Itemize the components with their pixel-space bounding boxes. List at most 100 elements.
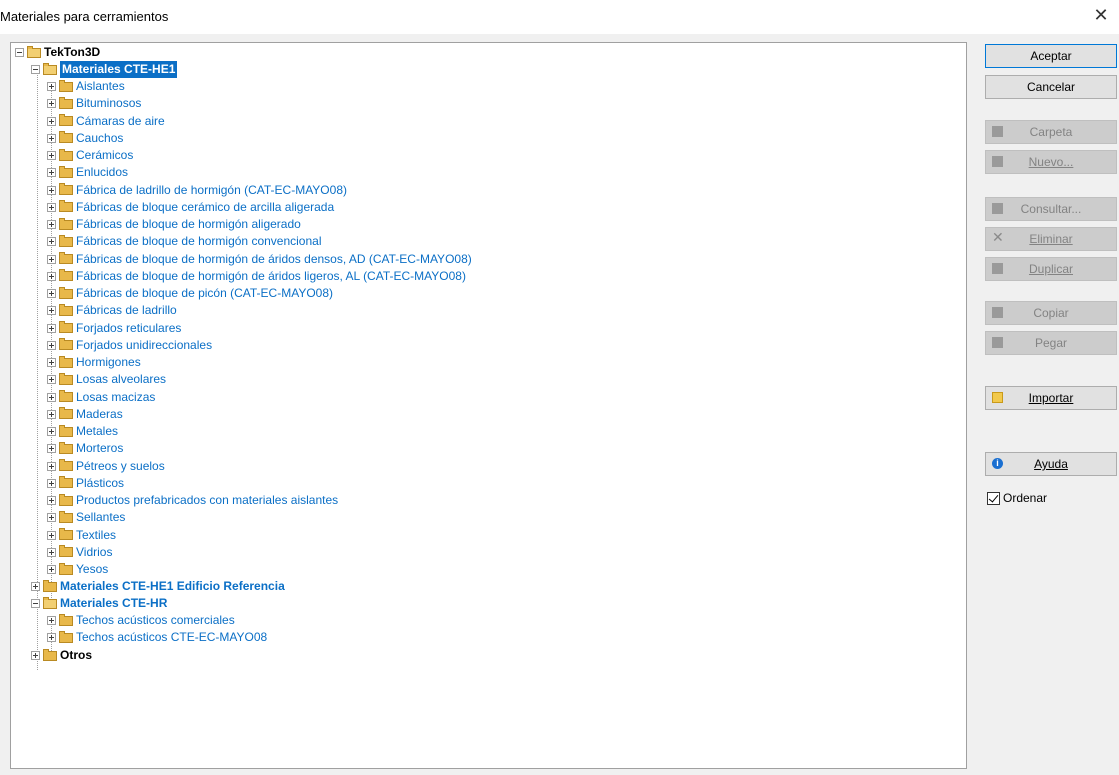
expand-icon[interactable]: [47, 116, 56, 126]
close-icon[interactable]: ✕: [1091, 5, 1111, 25]
cancelar-button[interactable]: Cancelar: [985, 75, 1117, 99]
expand-icon[interactable]: [47, 82, 56, 91]
title-bar: Materiales para cerramientos ✕: [0, 0, 1119, 34]
expand-icon[interactable]: [31, 651, 40, 660]
tree-node-root[interactable]: TekTon3D: [15, 44, 100, 61]
expand-icon[interactable]: [47, 254, 56, 264]
folder-icon: [59, 217, 73, 230]
folder-icon: [59, 96, 73, 109]
expand-icon[interactable]: [47, 633, 56, 643]
expand-icon[interactable]: [47, 461, 56, 471]
pegar-button[interactable]: Pegar: [985, 331, 1117, 355]
expand-icon[interactable]: [47, 323, 56, 333]
expand-icon[interactable]: [47, 427, 56, 436]
importar-label: Importar: [1028, 391, 1074, 405]
tree-node-item[interactable]: Maderas: [47, 406, 123, 423]
expand-icon[interactable]: [47, 358, 56, 367]
expand-icon[interactable]: [47, 616, 56, 625]
tree-node-item[interactable]: Losas alveolares: [47, 371, 166, 388]
expand-icon[interactable]: [31, 582, 40, 591]
expand-icon[interactable]: [47, 496, 56, 505]
tree-node-item[interactable]: Cauchos: [47, 130, 123, 147]
tree-node-materiales-cte-he1-edificio-referencia[interactable]: Materiales CTE-HE1 Edificio Referencia: [31, 578, 285, 595]
tree-node-item[interactable]: Yesos: [47, 561, 108, 578]
tree-node-item[interactable]: Techos acústicos comerciales: [47, 612, 235, 629]
expand-icon[interactable]: [47, 151, 56, 160]
tree-node-item[interactable]: Fábricas de bloque de hormigón de áridos…: [47, 268, 466, 285]
expand-icon[interactable]: [47, 220, 56, 229]
tree-node-item[interactable]: Sellantes: [47, 509, 125, 526]
tree-node-item[interactable]: Plásticos: [47, 475, 124, 492]
tree-node-item[interactable]: Techos acústicos CTE-EC-MAYO08: [47, 629, 267, 646]
expand-icon[interactable]: [47, 271, 56, 281]
expand-icon[interactable]: [47, 237, 56, 247]
expand-icon[interactable]: [47, 392, 56, 402]
tree-node-label: Plásticos: [76, 475, 125, 490]
tree-node-item[interactable]: Vidrios: [47, 544, 112, 561]
tree-node-label: Techos acústicos CTE-EC-MAYO08: [76, 630, 268, 645]
tree-node-label: Fábricas de bloque de hormigón de áridos…: [76, 251, 472, 266]
tree-node-item[interactable]: Forjados unidireccionales: [47, 337, 212, 354]
collapse-icon[interactable]: [31, 65, 40, 74]
ordenar-checkbox[interactable]: [987, 491, 1000, 505]
expand-icon[interactable]: [47, 306, 56, 316]
ayuda-button[interactable]: i Ayuda: [985, 452, 1117, 476]
tree-node-item[interactable]: Fábricas de bloque cerámico de arcilla a…: [47, 199, 334, 216]
tree-node-item[interactable]: Textiles: [47, 527, 116, 544]
duplicar-button[interactable]: Duplicar: [985, 257, 1117, 281]
expand-icon[interactable]: [47, 375, 56, 385]
expand-icon[interactable]: [47, 340, 56, 350]
aceptar-button[interactable]: Aceptar: [985, 44, 1117, 68]
folder-icon: [59, 338, 73, 351]
tree-node-item[interactable]: Enlucidos: [47, 164, 128, 181]
expand-icon[interactable]: [47, 565, 56, 574]
expand-icon[interactable]: [47, 99, 56, 109]
folder-icon: [59, 545, 73, 558]
expand-icon[interactable]: [47, 133, 56, 143]
tree-node-item[interactable]: Productos prefabricados con materiales a…: [47, 492, 338, 509]
copy-icon: [992, 307, 1003, 318]
ayuda-label: Ayuda: [1034, 457, 1068, 471]
tree-node-item[interactable]: Cámaras de aire: [47, 113, 165, 130]
expand-icon[interactable]: [47, 478, 56, 488]
tree-node-item[interactable]: Fábricas de bloque de hormigón convencio…: [47, 233, 322, 250]
expand-icon[interactable]: [47, 168, 56, 178]
tree-node-otros[interactable]: Otros: [31, 647, 92, 664]
copiar-button[interactable]: Copiar: [985, 301, 1117, 325]
tree-node-item[interactable]: Aislantes: [47, 78, 125, 95]
carpeta-button[interactable]: Carpeta: [985, 120, 1117, 144]
nuevo-button[interactable]: Nuevo...: [985, 150, 1117, 174]
expand-icon[interactable]: [47, 547, 56, 557]
tree-node-item[interactable]: Metales: [47, 423, 118, 440]
tree-node-item[interactable]: Fábricas de bloque de picón (CAT-EC-MAYO…: [47, 285, 333, 302]
ordenar-option[interactable]: Ordenar: [987, 491, 1047, 505]
expand-icon[interactable]: [47, 530, 56, 540]
consultar-button[interactable]: Consultar...: [985, 197, 1117, 221]
tree-node-materiales-cte-hr[interactable]: Materiales CTE-HR: [31, 595, 167, 612]
expand-icon[interactable]: [47, 202, 56, 212]
tree-node-item[interactable]: Cerámicos: [47, 147, 133, 164]
tree-node-item[interactable]: Losas macizas: [47, 389, 155, 406]
tree-node-label: Cerámicos: [76, 148, 134, 162]
tree-node-item[interactable]: Hormigones: [47, 354, 141, 371]
tree-node-materiales-cte-he1[interactable]: Materiales CTE-HE1: [31, 61, 178, 78]
tree-node-item[interactable]: Fábricas de bloque de hormigón aligerado: [47, 216, 301, 233]
collapse-icon[interactable]: [31, 599, 40, 608]
expand-icon[interactable]: [47, 185, 56, 195]
expand-icon[interactable]: [47, 289, 56, 298]
expand-icon[interactable]: [47, 409, 56, 419]
expand-icon[interactable]: [47, 444, 56, 454]
tree-node-item[interactable]: Fábricas de ladrillo: [47, 302, 177, 319]
tree-node-item[interactable]: Morteros: [47, 440, 123, 457]
eliminar-button[interactable]: ✕ Eliminar: [985, 227, 1117, 251]
importar-button[interactable]: Importar: [985, 386, 1117, 410]
tree-node-item[interactable]: Pétreos y suelos: [47, 458, 165, 475]
tree-node-item[interactable]: Fábricas de bloque de hormigón de áridos…: [47, 251, 472, 268]
tree-node-item[interactable]: Forjados reticulares: [47, 320, 181, 337]
expand-icon[interactable]: [47, 513, 56, 523]
materials-tree[interactable]: TekTon3D Materiales CTE-HE1 Aislantes Bit…: [10, 42, 967, 769]
tree-node-label: Fábricas de ladrillo: [76, 303, 177, 318]
tree-node-item[interactable]: Fábrica de ladrillo de hormigón (CAT-EC-…: [47, 182, 347, 199]
tree-node-item[interactable]: Bituminosos: [47, 95, 141, 112]
collapse-icon[interactable]: [15, 48, 24, 57]
